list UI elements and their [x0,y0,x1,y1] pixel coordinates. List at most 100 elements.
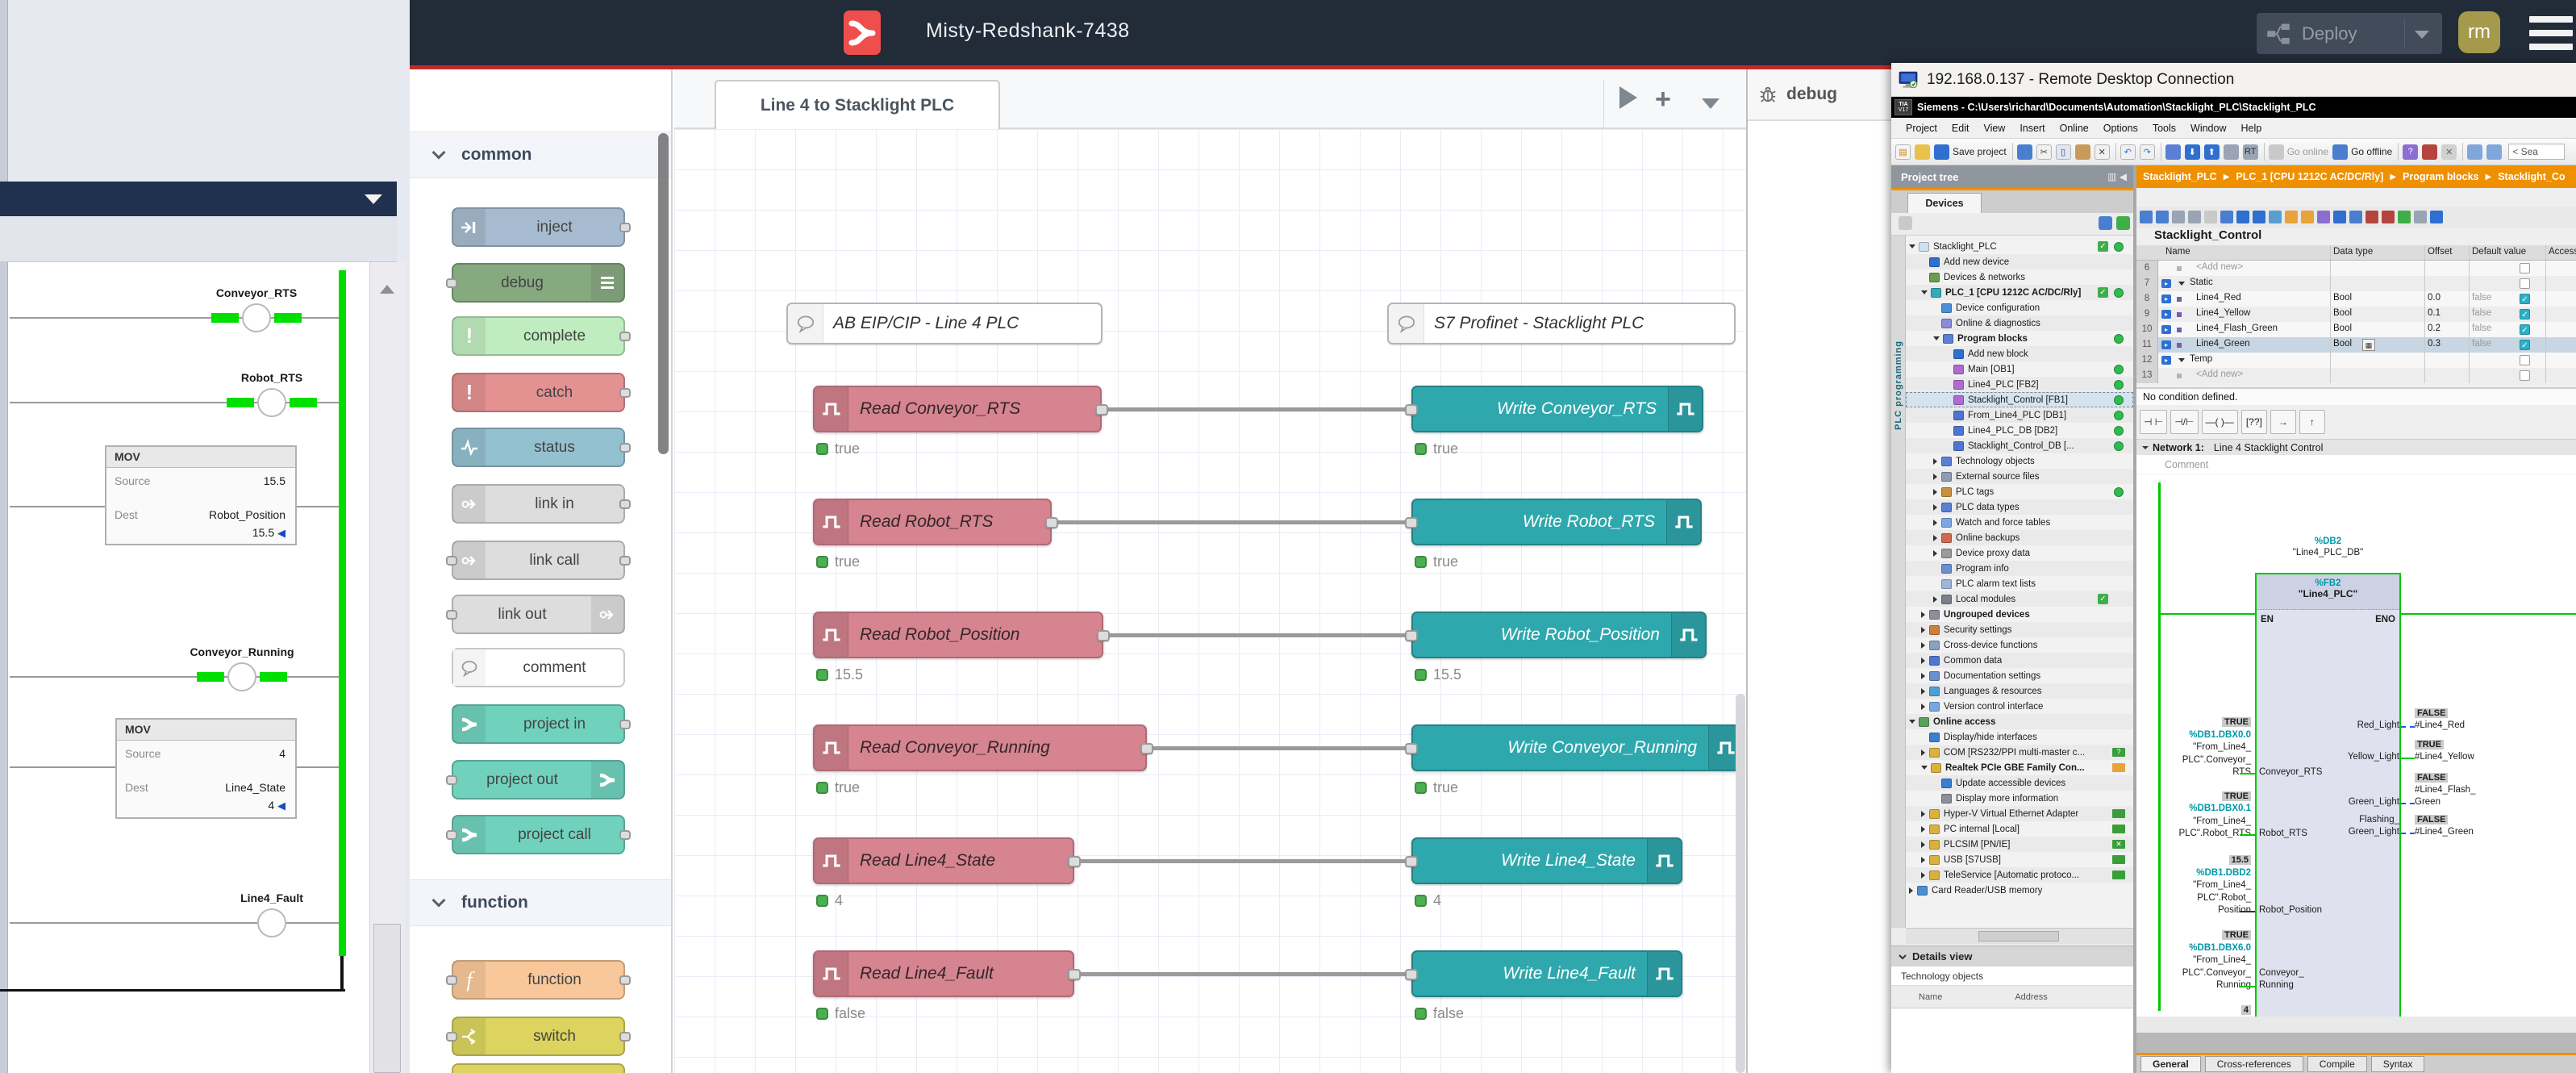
breadcrumb-item[interactable]: Stacklight_Co [2498,171,2565,182]
expand-icon[interactable] [1933,474,1937,480]
var-name[interactable]: Static [2190,278,2213,287]
collapse-icon[interactable] [1921,766,1928,770]
tree-item[interactable]: Line4_PLC [FB2] [1906,377,2133,392]
output-port[interactable] [1095,404,1108,415]
breadcrumb-item[interactable]: PLC_1 [CPU 1212C AC/DC/Rly] [2236,171,2383,182]
editor-tool-icon[interactable] [2140,211,2153,223]
collapse-network-icon[interactable] [2141,444,2149,452]
cut-icon[interactable]: ✂ [2036,144,2052,160]
output-port[interactable] [619,388,631,398]
toolbar-label[interactable]: Go online [2287,146,2328,157]
column-header[interactable]: Accessible [2549,247,2576,257]
expand-icon[interactable] [1921,826,1925,833]
expand-icon[interactable] [1933,550,1937,557]
tree-item[interactable]: Stacklight_Control [FB1] [1906,392,2133,407]
palette-node-status[interactable]: status [452,428,625,467]
input-port[interactable] [1405,517,1418,528]
accessible-checkbox[interactable] [2520,370,2530,381]
var-name[interactable]: Line4_Yellow [2196,308,2250,318]
tia-title-bar[interactable]: TIAV17 Siemens - C:\Users\richard\Docume… [1891,97,2576,118]
network-header[interactable]: Network 1: Line 4 Stacklight Control [2136,439,2576,455]
details-view-item[interactable]: Technology objects [1891,967,2133,986]
table-row[interactable]: 8▸Line4_RedBool0.0false✓ [2136,291,2576,307]
input-port[interactable] [446,775,457,785]
flow-node-read[interactable]: Read Robot_RTS [813,499,1052,545]
expand-icon[interactable] [1921,642,1925,649]
flow-node-read[interactable]: Read Line4_State [813,837,1074,884]
tree-item[interactable]: Display more information [1906,791,2133,806]
table-row[interactable]: 6<Add new> [2136,261,2576,276]
input-port[interactable] [1405,404,1418,415]
flow-canvas[interactable]: AB EIP/CIP - Line 4 PLCS7 Profinet - Sta… [674,129,1746,1073]
output-port[interactable] [1140,743,1153,754]
tree-item[interactable]: Program blocks [1906,331,2133,346]
table-row[interactable]: 11▸Line4_GreenBool▦0.3false✓ [2136,337,2576,353]
tree-item[interactable]: Documentation settings [1906,668,2133,683]
tree-item[interactable]: PLC data types [1906,499,2133,515]
flow-node-write[interactable]: Write Robot_Position [1411,612,1707,658]
editor-tool-icon[interactable] [2349,211,2362,223]
project-tree-hscrollbar[interactable] [1906,928,2133,944]
tree-item[interactable]: External source files [1906,469,2133,484]
tree-item[interactable]: Online & diagnostics [1906,315,2133,331]
workspace-scrollbar-thumb[interactable] [1736,694,1745,1073]
menu-options[interactable]: Options [2103,123,2138,134]
tree-item[interactable]: Add new block [1906,346,2133,361]
editor-tool-icon[interactable] [2317,211,2330,223]
network-comment[interactable]: Comment [2136,455,2576,474]
input-port[interactable] [1405,743,1418,754]
go-offline-icon[interactable] [2332,144,2348,160]
collapse-icon[interactable] [1909,720,1915,724]
palette-node-function[interactable]: ffunction [452,960,625,1000]
toolbar-label[interactable]: Go offline [2351,146,2392,157]
table-row[interactable]: 9▸Line4_YellowBool0.1false✓ [2136,307,2576,322]
palette-section-header-common[interactable]: common [410,132,671,178]
tree-toolbar-icon[interactable] [2099,216,2112,230]
accessible-checkbox[interactable]: ✓ [2520,309,2530,319]
redo-icon[interactable]: ↷ [2140,144,2155,160]
input-port[interactable] [446,278,457,288]
delete-icon[interactable]: ✕ [2095,144,2110,160]
tree-item[interactable]: Device proxy data [1906,545,2133,561]
tree-item[interactable]: PC internal [Local] [1906,821,2133,837]
flow-node-read[interactable]: Read Conveyor_Running [813,724,1147,771]
lad-button-close-branch[interactable]: ↑ [2299,410,2325,434]
collapse-icon[interactable] [1921,290,1928,294]
flow-node-write[interactable]: Write Line4_State [1411,837,1682,884]
var-default[interactable]: false [2472,308,2491,318]
tree-toolbar-icon[interactable] [2116,216,2130,230]
var-name[interactable]: Line4_Red [2196,293,2241,303]
palette-node-partial[interactable] [452,1063,625,1073]
editor-tool-icon[interactable] [2366,211,2378,223]
tree-item[interactable]: Add new device [1906,254,2133,269]
start-cpu-icon[interactable] [2224,144,2239,160]
editor-tool-icon[interactable] [2333,211,2346,223]
lad-button-empty-box[interactable]: [??] [2241,410,2267,434]
output-port[interactable] [619,556,631,566]
inspector-tab-compile[interactable]: Compile [2307,1056,2367,1072]
expand-icon[interactable] [1921,857,1925,863]
menu-online[interactable]: Online [2060,123,2089,134]
contact-icon[interactable] [242,303,271,332]
save-project-icon[interactable] [1934,144,1949,160]
tree-item[interactable]: Languages & resources [1906,683,2133,699]
var-name[interactable]: Temp [2190,354,2212,364]
palette-node-link in[interactable]: link in [452,484,625,524]
tree-item[interactable]: Devices & networks [1906,269,2133,285]
deploy-button[interactable]: Deploy [2257,13,2442,54]
download-to-device-icon[interactable]: ⬇ [2185,144,2200,160]
menu-insert[interactable]: Insert [2020,123,2045,134]
palette-node-debug[interactable]: debug [452,263,625,303]
editor-tool-icon[interactable] [2188,211,2201,223]
palette-node-switch[interactable]: switch [452,1017,625,1056]
menu-window[interactable]: Window [2190,123,2226,134]
output-port[interactable] [1045,517,1058,528]
lad-button-contact-nc[interactable]: ⊣/⊢ [2170,410,2198,434]
tree-item[interactable]: Ungrouped devices [1906,607,2133,622]
scrollbar-thumb[interactable] [373,924,401,1073]
expand-icon[interactable] [1921,811,1925,817]
collapse-icon[interactable] [2178,282,2185,286]
flow-node-write[interactable]: Write Conveyor_RTS [1411,386,1703,432]
tree-item[interactable]: TeleService [Automatic protoco... [1906,867,2133,883]
column-header[interactable]: Name [2165,247,2190,257]
